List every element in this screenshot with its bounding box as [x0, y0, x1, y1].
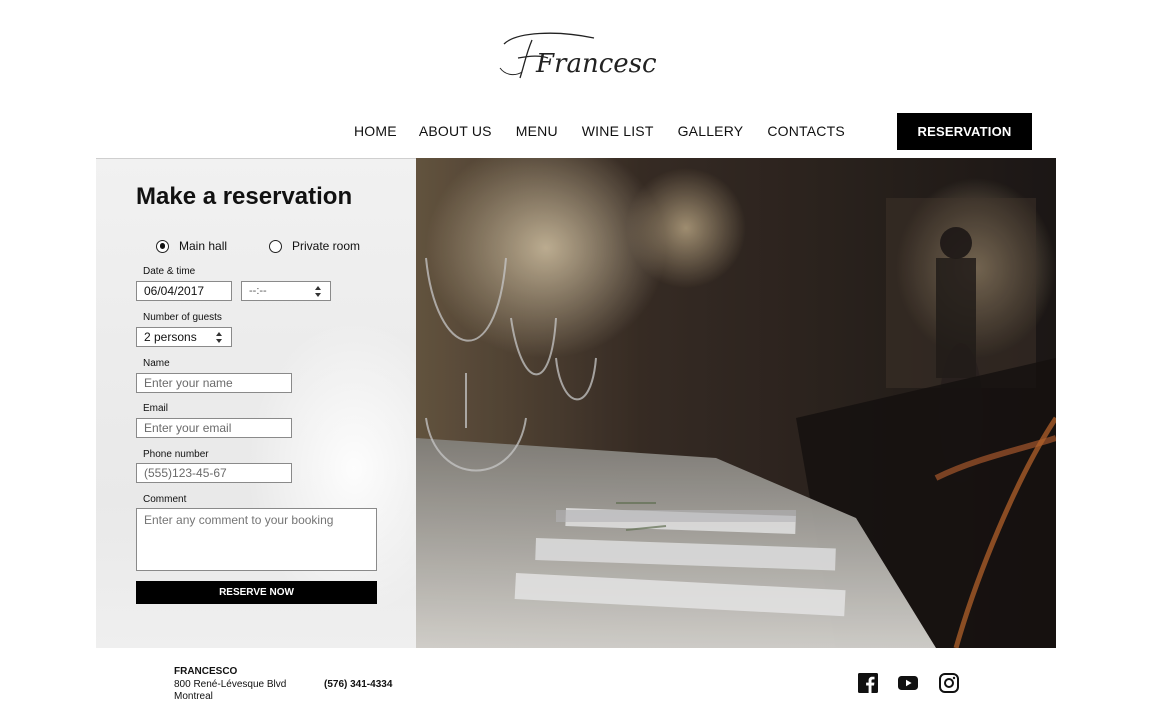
logo[interactable]: Francesco	[496, 28, 656, 84]
nav-about-us[interactable]: ABOUT US	[419, 123, 492, 139]
nav-contacts[interactable]: CONTACTS	[767, 123, 845, 139]
phone-label: Phone number	[143, 449, 209, 460]
email-placeholder: Enter your email	[144, 421, 232, 435]
nav-menu[interactable]: MENU	[516, 123, 558, 139]
nav-wine-list[interactable]: WINE LIST	[582, 123, 654, 139]
time-value: --:--	[249, 285, 267, 297]
guests-label: Number of guests	[143, 312, 222, 323]
radio-private-room[interactable]: Private room	[269, 239, 360, 253]
email-label: Email	[143, 403, 169, 414]
footer-brand-name: FRANCESCO	[174, 666, 238, 677]
guests-stepper-icon[interactable]	[216, 332, 223, 343]
email-input[interactable]: Enter your email	[136, 418, 292, 438]
radio-selected-icon[interactable]	[156, 239, 169, 253]
name-input[interactable]: Enter your name	[136, 373, 292, 393]
phone-placeholder: (555)123-45-67	[144, 466, 227, 480]
reservation-button[interactable]: RESERVATION	[897, 113, 1032, 150]
footer-phone[interactable]: (576) 341-4334	[324, 679, 392, 690]
logo-text: Francesco	[535, 49, 656, 79]
footer-address-line1: 800 René-Lévesque Blvd	[174, 679, 287, 690]
youtube-icon[interactable]	[898, 673, 918, 693]
footer-address-line2: Montreal	[174, 691, 213, 702]
time-input[interactable]: --:--	[241, 281, 331, 301]
restaurant-photo-image	[416, 158, 1056, 648]
name-placeholder: Enter your name	[144, 376, 233, 390]
comment-textarea[interactable]	[136, 508, 377, 571]
phone-input[interactable]: (555)123-45-67	[136, 463, 292, 483]
radio-private-room-label: Private room	[292, 239, 361, 253]
date-input[interactable]: 06/04/2017	[136, 281, 232, 301]
guests-select[interactable]: 2 persons	[136, 327, 232, 347]
comment-label: Comment	[143, 494, 187, 505]
footer-address: 800 René-Lévesque Blvd Montreal	[174, 679, 314, 703]
form-title: Make a reservation	[136, 183, 353, 210]
restaurant-table-photo	[416, 158, 1056, 648]
radio-unselected-icon[interactable]	[269, 239, 282, 253]
time-stepper-icon[interactable]	[315, 286, 322, 297]
facebook-icon[interactable]	[858, 673, 878, 693]
hero-section: Make a reservation Main hall Private roo…	[96, 158, 1056, 648]
name-label: Name	[143, 358, 170, 369]
main-nav: HOME ABOUT US MENU WINE LIST GALLERY CON…	[354, 123, 845, 139]
reservation-form-panel: Make a reservation Main hall Private roo…	[96, 158, 426, 648]
radio-main-hall-label: Main hall	[179, 239, 228, 253]
instagram-icon[interactable]	[939, 673, 959, 693]
logo-image: Francesco	[499, 32, 656, 79]
nav-home[interactable]: HOME	[354, 123, 397, 139]
nav-gallery[interactable]: GALLERY	[678, 123, 744, 139]
date-time-label: Date & time	[143, 266, 196, 277]
guests-value: 2 persons	[144, 330, 197, 344]
reserve-now-button[interactable]: RESERVE NOW	[136, 581, 377, 604]
date-value: 06/04/2017	[144, 284, 205, 298]
radio-main-hall[interactable]: Main hall	[156, 239, 227, 253]
